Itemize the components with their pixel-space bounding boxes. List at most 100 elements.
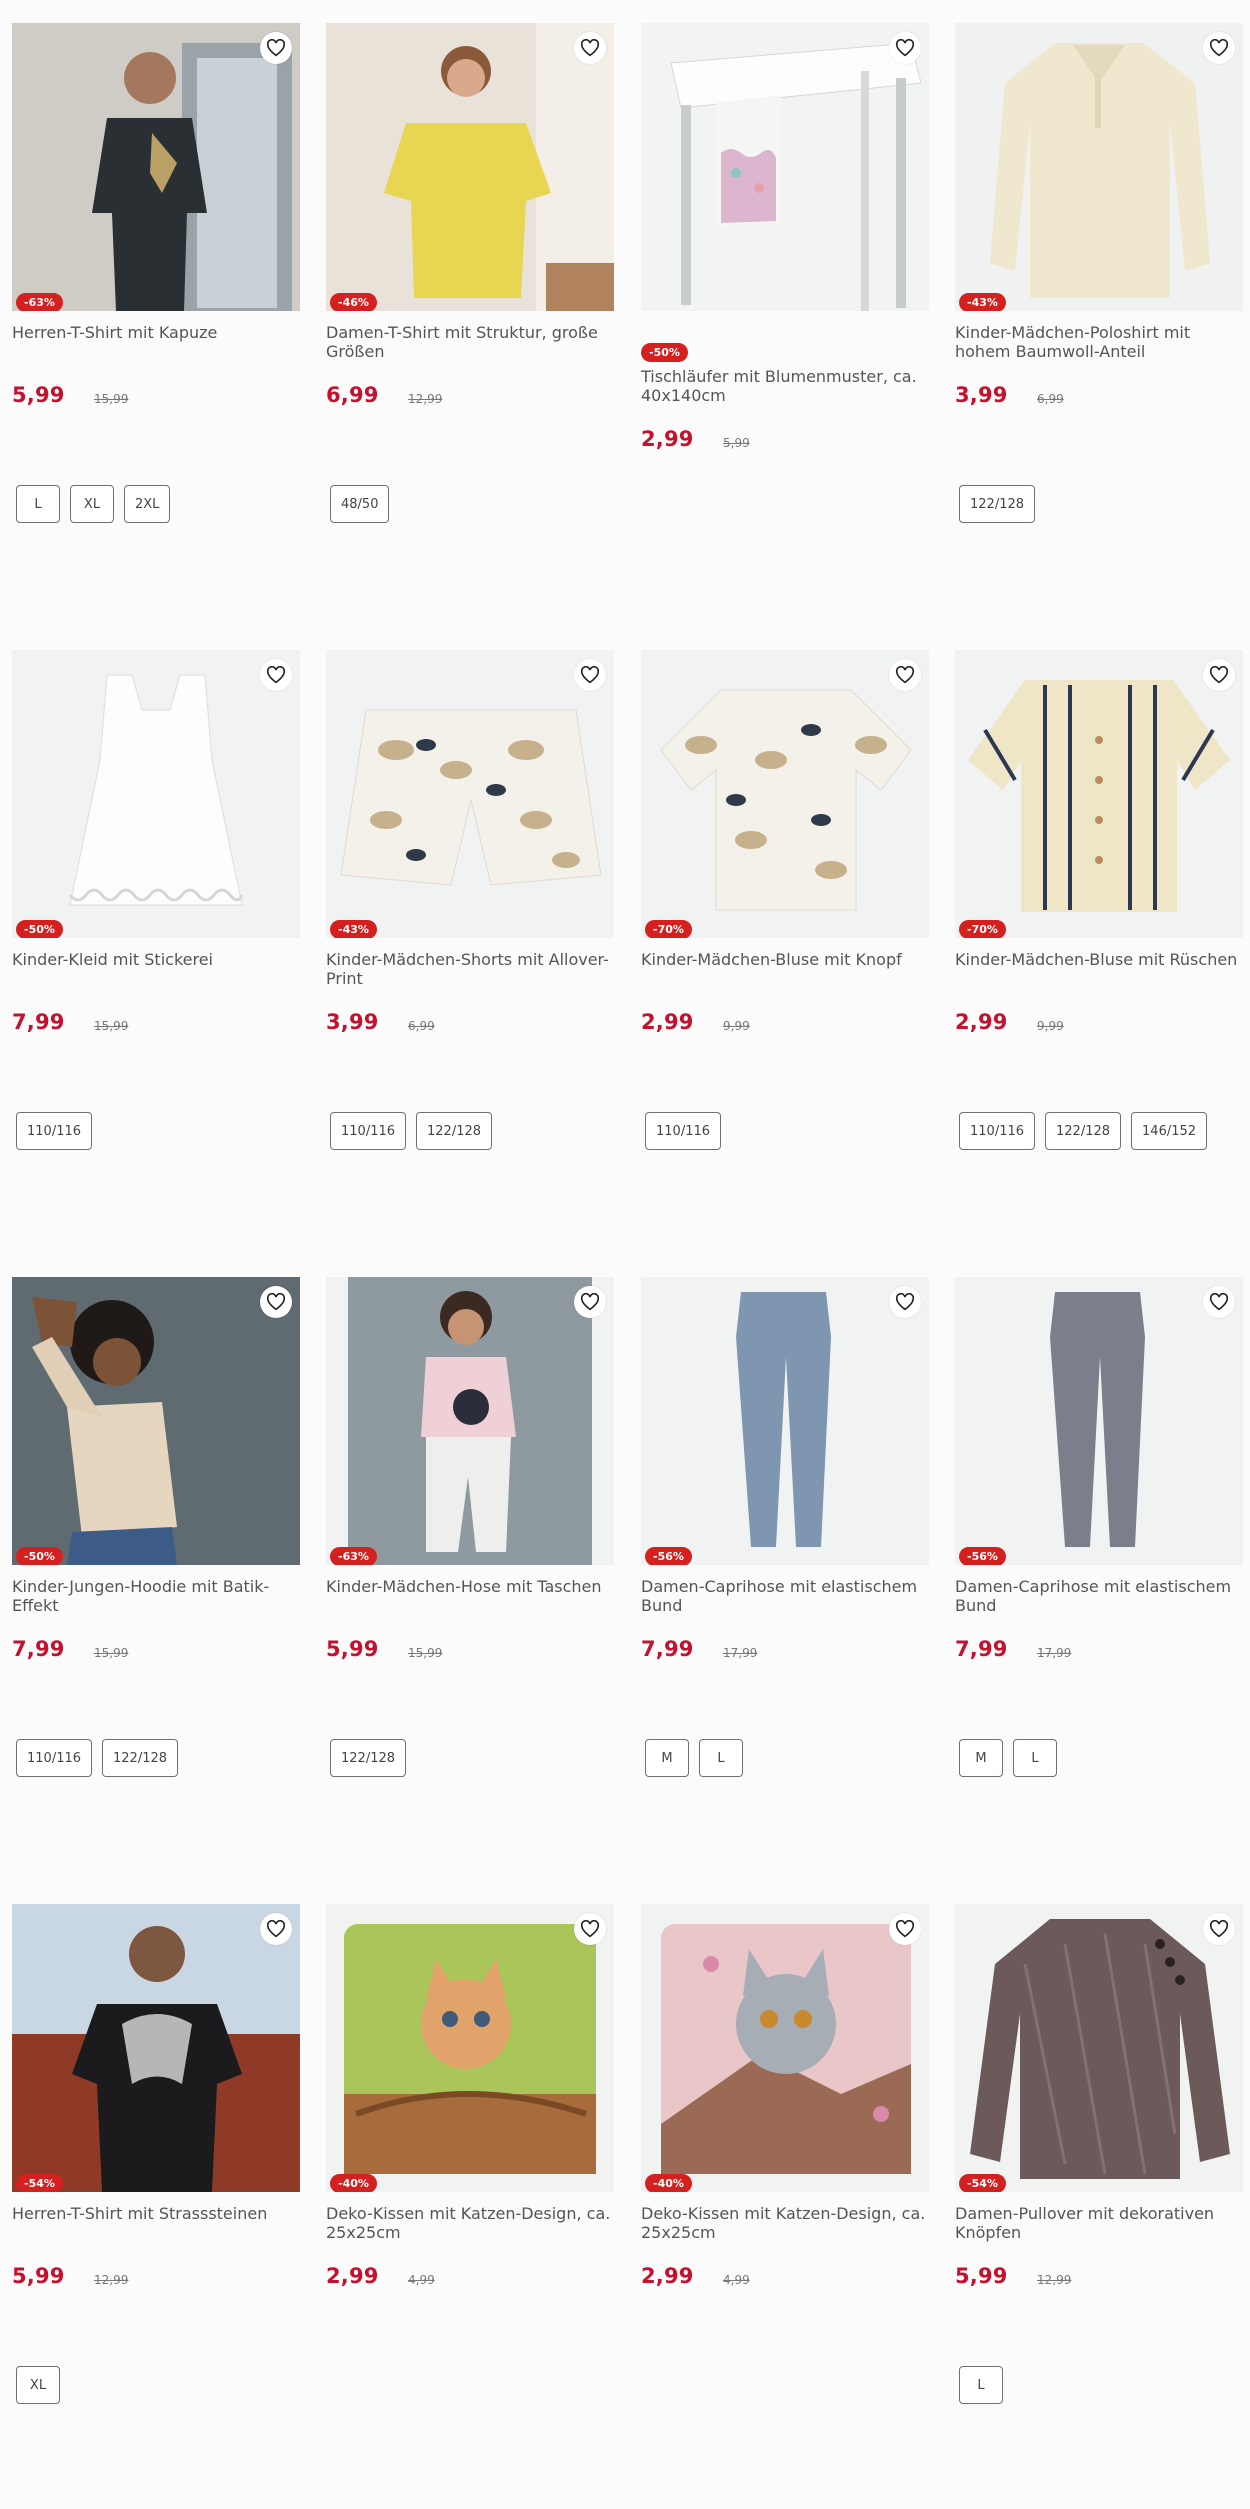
- product-card[interactable]: -50% Kinder-Jungen-Hoodie mit Batik-Effe…: [12, 1277, 300, 1777]
- product-card[interactable]: -70% Kinder-Mädchen-Bluse mit Knopf 2,99…: [641, 650, 929, 1150]
- product-title[interactable]: Kinder-Kleid mit Stickerei: [12, 950, 300, 969]
- product-title[interactable]: Kinder-Jungen-Hoodie mit Batik-Effekt: [12, 1577, 300, 1615]
- product-title[interactable]: Damen-Caprihose mit elastischem Bund: [641, 1577, 929, 1615]
- favorite-button[interactable]: [574, 1913, 606, 1945]
- favorite-button[interactable]: [889, 1286, 921, 1318]
- product-card[interactable]: -40% Deko-Kissen mit Katzen-Design, ca. …: [326, 1904, 614, 2304]
- product-image[interactable]: -40%: [641, 1904, 929, 2192]
- product-card[interactable]: -63% Kinder-Mädchen-Hose mit Taschen 5,9…: [326, 1277, 614, 1777]
- heart-icon: [1209, 39, 1229, 57]
- product-title[interactable]: Deko-Kissen mit Katzen-Design, ca. 25x25…: [641, 2204, 929, 2242]
- favorite-button[interactable]: [260, 32, 292, 64]
- product-card[interactable]: -56% Damen-Caprihose mit elastischem Bun…: [641, 1277, 929, 1777]
- discount-badge: -50%: [16, 920, 63, 938]
- size-option[interactable]: 146/152: [1131, 1112, 1208, 1150]
- product-image[interactable]: -46%: [326, 23, 614, 311]
- heart-icon: [266, 39, 286, 57]
- product-title[interactable]: Kinder-Mädchen-Bluse mit Rüschen: [955, 950, 1243, 969]
- product-image[interactable]: -54%: [12, 1904, 300, 2192]
- favorite-button[interactable]: [1203, 659, 1235, 691]
- favorite-button[interactable]: [1203, 1913, 1235, 1945]
- product-image[interactable]: -56%: [641, 1277, 929, 1565]
- product-image[interactable]: -56%: [955, 1277, 1243, 1565]
- product-title[interactable]: Herren-T-Shirt mit Strasssteinen: [12, 2204, 300, 2223]
- product-title[interactable]: Damen-T-Shirt mit Struktur, große Größen: [326, 323, 614, 361]
- size-option[interactable]: 122/128: [1045, 1112, 1122, 1150]
- product-image[interactable]: -40%: [326, 1904, 614, 2192]
- size-option[interactable]: 110/116: [16, 1739, 93, 1777]
- product-image[interactable]: -63%: [326, 1277, 614, 1565]
- product-title[interactable]: Tischläufer mit Blumenmuster, ca. 40x140…: [641, 367, 929, 405]
- product-image[interactable]: -54%: [955, 1904, 1243, 2192]
- size-option[interactable]: 122/128: [330, 1739, 407, 1777]
- product-title[interactable]: Kinder-Mädchen-Poloshirt mit hohem Baumw…: [955, 323, 1243, 361]
- discount-badge: -70%: [645, 920, 692, 938]
- size-option[interactable]: XL: [70, 485, 114, 523]
- favorite-button[interactable]: [889, 659, 921, 691]
- product-image[interactable]: -50%: [12, 650, 300, 938]
- product-card[interactable]: -56% Damen-Caprihose mit elastischem Bun…: [955, 1277, 1243, 1777]
- size-option[interactable]: M: [959, 1739, 1003, 1777]
- product-old-price: 15,99: [94, 392, 129, 406]
- size-option[interactable]: 122/128: [102, 1739, 179, 1777]
- size-option[interactable]: 122/128: [416, 1112, 493, 1150]
- size-option[interactable]: 2XL: [124, 485, 171, 523]
- favorite-button[interactable]: [574, 1286, 606, 1318]
- favorite-button[interactable]: [1203, 32, 1235, 64]
- size-option[interactable]: 122/128: [959, 485, 1036, 523]
- size-option[interactable]: L: [1013, 1739, 1057, 1777]
- product-card[interactable]: -63% Herren-T-Shirt mit Kapuze 5,99 15,9…: [12, 23, 300, 523]
- product-title[interactable]: Kinder-Mädchen-Shorts mit Allover-Print: [326, 950, 614, 988]
- product-card[interactable]: -54% Damen-Pullover mit dekorativen Knöp…: [955, 1904, 1243, 2404]
- product-card[interactable]: -50% Kinder-Kleid mit Stickerei 7,99 15,…: [12, 650, 300, 1150]
- product-title[interactable]: Damen-Pullover mit dekorativen Knöpfen: [955, 2204, 1243, 2242]
- product-price: 5,99: [326, 1637, 379, 1661]
- size-option[interactable]: 110/116: [330, 1112, 407, 1150]
- heart-icon: [1209, 666, 1229, 684]
- product-card[interactable]: -43% Kinder-Mädchen-Poloshirt mit hohem …: [955, 23, 1243, 523]
- size-option[interactable]: L: [959, 2366, 1003, 2404]
- product-image[interactable]: -50%: [12, 1277, 300, 1565]
- size-option[interactable]: XL: [16, 2366, 60, 2404]
- favorite-button[interactable]: [889, 32, 921, 64]
- product-image[interactable]: -70%: [955, 650, 1243, 938]
- size-option[interactable]: M: [645, 1739, 689, 1777]
- size-option[interactable]: 110/116: [16, 1112, 93, 1150]
- product-card[interactable]: -43% Kinder-Mädchen-Shorts mit Allover-P…: [326, 650, 614, 1150]
- discount-badge: -40%: [645, 2174, 692, 2192]
- size-option[interactable]: 48/50: [330, 485, 390, 523]
- favorite-button[interactable]: [260, 1913, 292, 1945]
- size-option[interactable]: 110/116: [959, 1112, 1036, 1150]
- product-card[interactable]: -70% Kinder-Mädchen-Bluse mit Rüschen 2,…: [955, 650, 1243, 1150]
- size-options: 110/116 122/128 146/152: [959, 1112, 1208, 1150]
- favorite-button[interactable]: [889, 1913, 921, 1945]
- favorite-button[interactable]: [1203, 1286, 1235, 1318]
- favorite-button[interactable]: [574, 32, 606, 64]
- discount-badge: -40%: [330, 2174, 377, 2192]
- size-option[interactable]: L: [699, 1739, 743, 1777]
- product-image[interactable]: -43%: [326, 650, 614, 938]
- product-image[interactable]: -43%: [955, 23, 1243, 311]
- product-card[interactable]: -40% Deko-Kissen mit Katzen-Design, ca. …: [641, 1904, 929, 2304]
- product-title[interactable]: Deko-Kissen mit Katzen-Design, ca. 25x25…: [326, 2204, 614, 2242]
- heart-icon: [895, 39, 915, 57]
- size-option[interactable]: L: [16, 485, 60, 523]
- product-card[interactable]: -46% Damen-T-Shirt mit Struktur, große G…: [326, 23, 614, 523]
- favorite-button[interactable]: [574, 659, 606, 691]
- product-old-price: 15,99: [94, 1019, 129, 1033]
- size-options: 110/116: [16, 1112, 93, 1150]
- product-title[interactable]: Herren-T-Shirt mit Kapuze: [12, 323, 300, 342]
- product-image[interactable]: -63%: [12, 23, 300, 311]
- product-image[interactable]: -70%: [641, 650, 929, 938]
- size-options: M L: [645, 1739, 743, 1777]
- favorite-button[interactable]: [260, 659, 292, 691]
- discount-badge: -43%: [330, 920, 377, 938]
- product-card[interactable]: -50% Tischläufer mit Blumenmuster, ca. 4…: [641, 23, 929, 467]
- favorite-button[interactable]: [260, 1286, 292, 1318]
- size-option[interactable]: 110/116: [645, 1112, 722, 1150]
- product-title[interactable]: Kinder-Mädchen-Hose mit Taschen: [326, 1577, 614, 1596]
- product-image[interactable]: [641, 23, 929, 311]
- product-title[interactable]: Kinder-Mädchen-Bluse mit Knopf: [641, 950, 929, 969]
- product-card[interactable]: -54% Herren-T-Shirt mit Strasssteinen 5,…: [12, 1904, 300, 2404]
- product-title[interactable]: Damen-Caprihose mit elastischem Bund: [955, 1577, 1243, 1615]
